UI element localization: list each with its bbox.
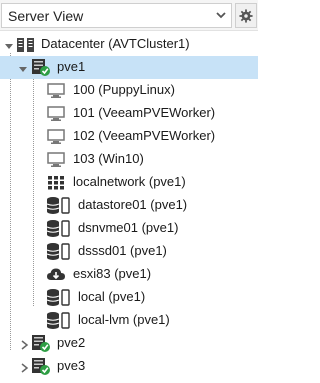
vm-icon	[46, 81, 66, 100]
datacenter-icon	[16, 35, 36, 54]
vm-icon	[46, 104, 66, 123]
node-label: pve3	[57, 358, 86, 373]
node-online-icon	[31, 334, 51, 353]
storage-icon	[46, 242, 72, 261]
tree-row-import-storage[interactable]: esxi83 (pve1)	[0, 263, 258, 286]
node-label: pve2	[57, 335, 86, 350]
storage-icon	[46, 196, 72, 215]
datacenter-label: Datacenter (AVTCluster1)	[41, 36, 190, 51]
storage-label: dsnvme01 (pve1)	[78, 220, 179, 235]
network-label: localnetwork (pve1)	[73, 174, 186, 189]
tree-row-node-pve3[interactable]: pve3	[0, 355, 258, 378]
node-online-icon	[31, 58, 51, 77]
gear-icon[interactable]	[235, 3, 257, 28]
chevron-down-icon[interactable]	[211, 4, 231, 27]
storage-label: local-lvm (pve1)	[78, 312, 170, 327]
tree-row-vm[interactable]: 101 (VeeamPVEWorker)	[0, 102, 258, 125]
tree-row-storage[interactable]: dsnvme01 (pve1)	[0, 217, 258, 240]
view-selector-value: Server View	[8, 8, 84, 24]
tree-header: Server View	[0, 0, 258, 31]
vm-icon	[46, 127, 66, 146]
expand-toggle-icon[interactable]	[18, 62, 28, 72]
tree-row-vm[interactable]: 102 (VeeamPVEWorker)	[0, 125, 258, 148]
storage-icon	[46, 288, 72, 307]
vm-icon	[46, 150, 66, 169]
chevron-right-icon[interactable]	[19, 361, 29, 373]
view-selector[interactable]: Server View	[1, 3, 232, 28]
node-online-icon	[31, 357, 51, 376]
tree-row-storage[interactable]: datastore01 (pve1)	[0, 194, 258, 217]
import-storage-label: esxi83 (pve1)	[73, 266, 152, 281]
tree-row-datacenter[interactable]: Datacenter (AVTCluster1)	[0, 33, 258, 56]
tree-row-node-pve2[interactable]: pve2	[0, 332, 258, 355]
tree-row-vm[interactable]: 103 (Win10)	[0, 148, 258, 171]
node-label: pve1	[57, 59, 86, 74]
chevron-right-icon[interactable]	[19, 338, 29, 350]
tree-row-storage[interactable]: local (pve1)	[0, 286, 258, 309]
tree-row-node-pve1[interactable]: pve1	[0, 56, 258, 79]
storage-label: local (pve1)	[78, 289, 146, 304]
storage-label: datastore01 (pve1)	[78, 197, 188, 212]
network-grid-icon	[46, 173, 66, 192]
tree-row-vm[interactable]: 100 (PuppyLinux)	[0, 79, 258, 102]
cloud-download-icon	[46, 265, 66, 284]
vm-label: 101 (VeeamPVEWorker)	[73, 105, 216, 120]
storage-icon	[46, 311, 72, 330]
vm-label: 103 (Win10)	[73, 151, 144, 166]
tree-row-network[interactable]: localnetwork (pve1)	[0, 171, 258, 194]
storage-label: dsssd01 (pve1)	[78, 243, 167, 258]
tree-row-storage[interactable]: dsssd01 (pve1)	[0, 240, 258, 263]
storage-icon	[46, 219, 72, 238]
vm-label: 102 (VeeamPVEWorker)	[73, 128, 216, 143]
expand-toggle-icon[interactable]	[4, 39, 14, 49]
vm-label: 100 (PuppyLinux)	[73, 82, 175, 97]
tree-row-storage[interactable]: local-lvm (pve1)	[0, 309, 258, 332]
